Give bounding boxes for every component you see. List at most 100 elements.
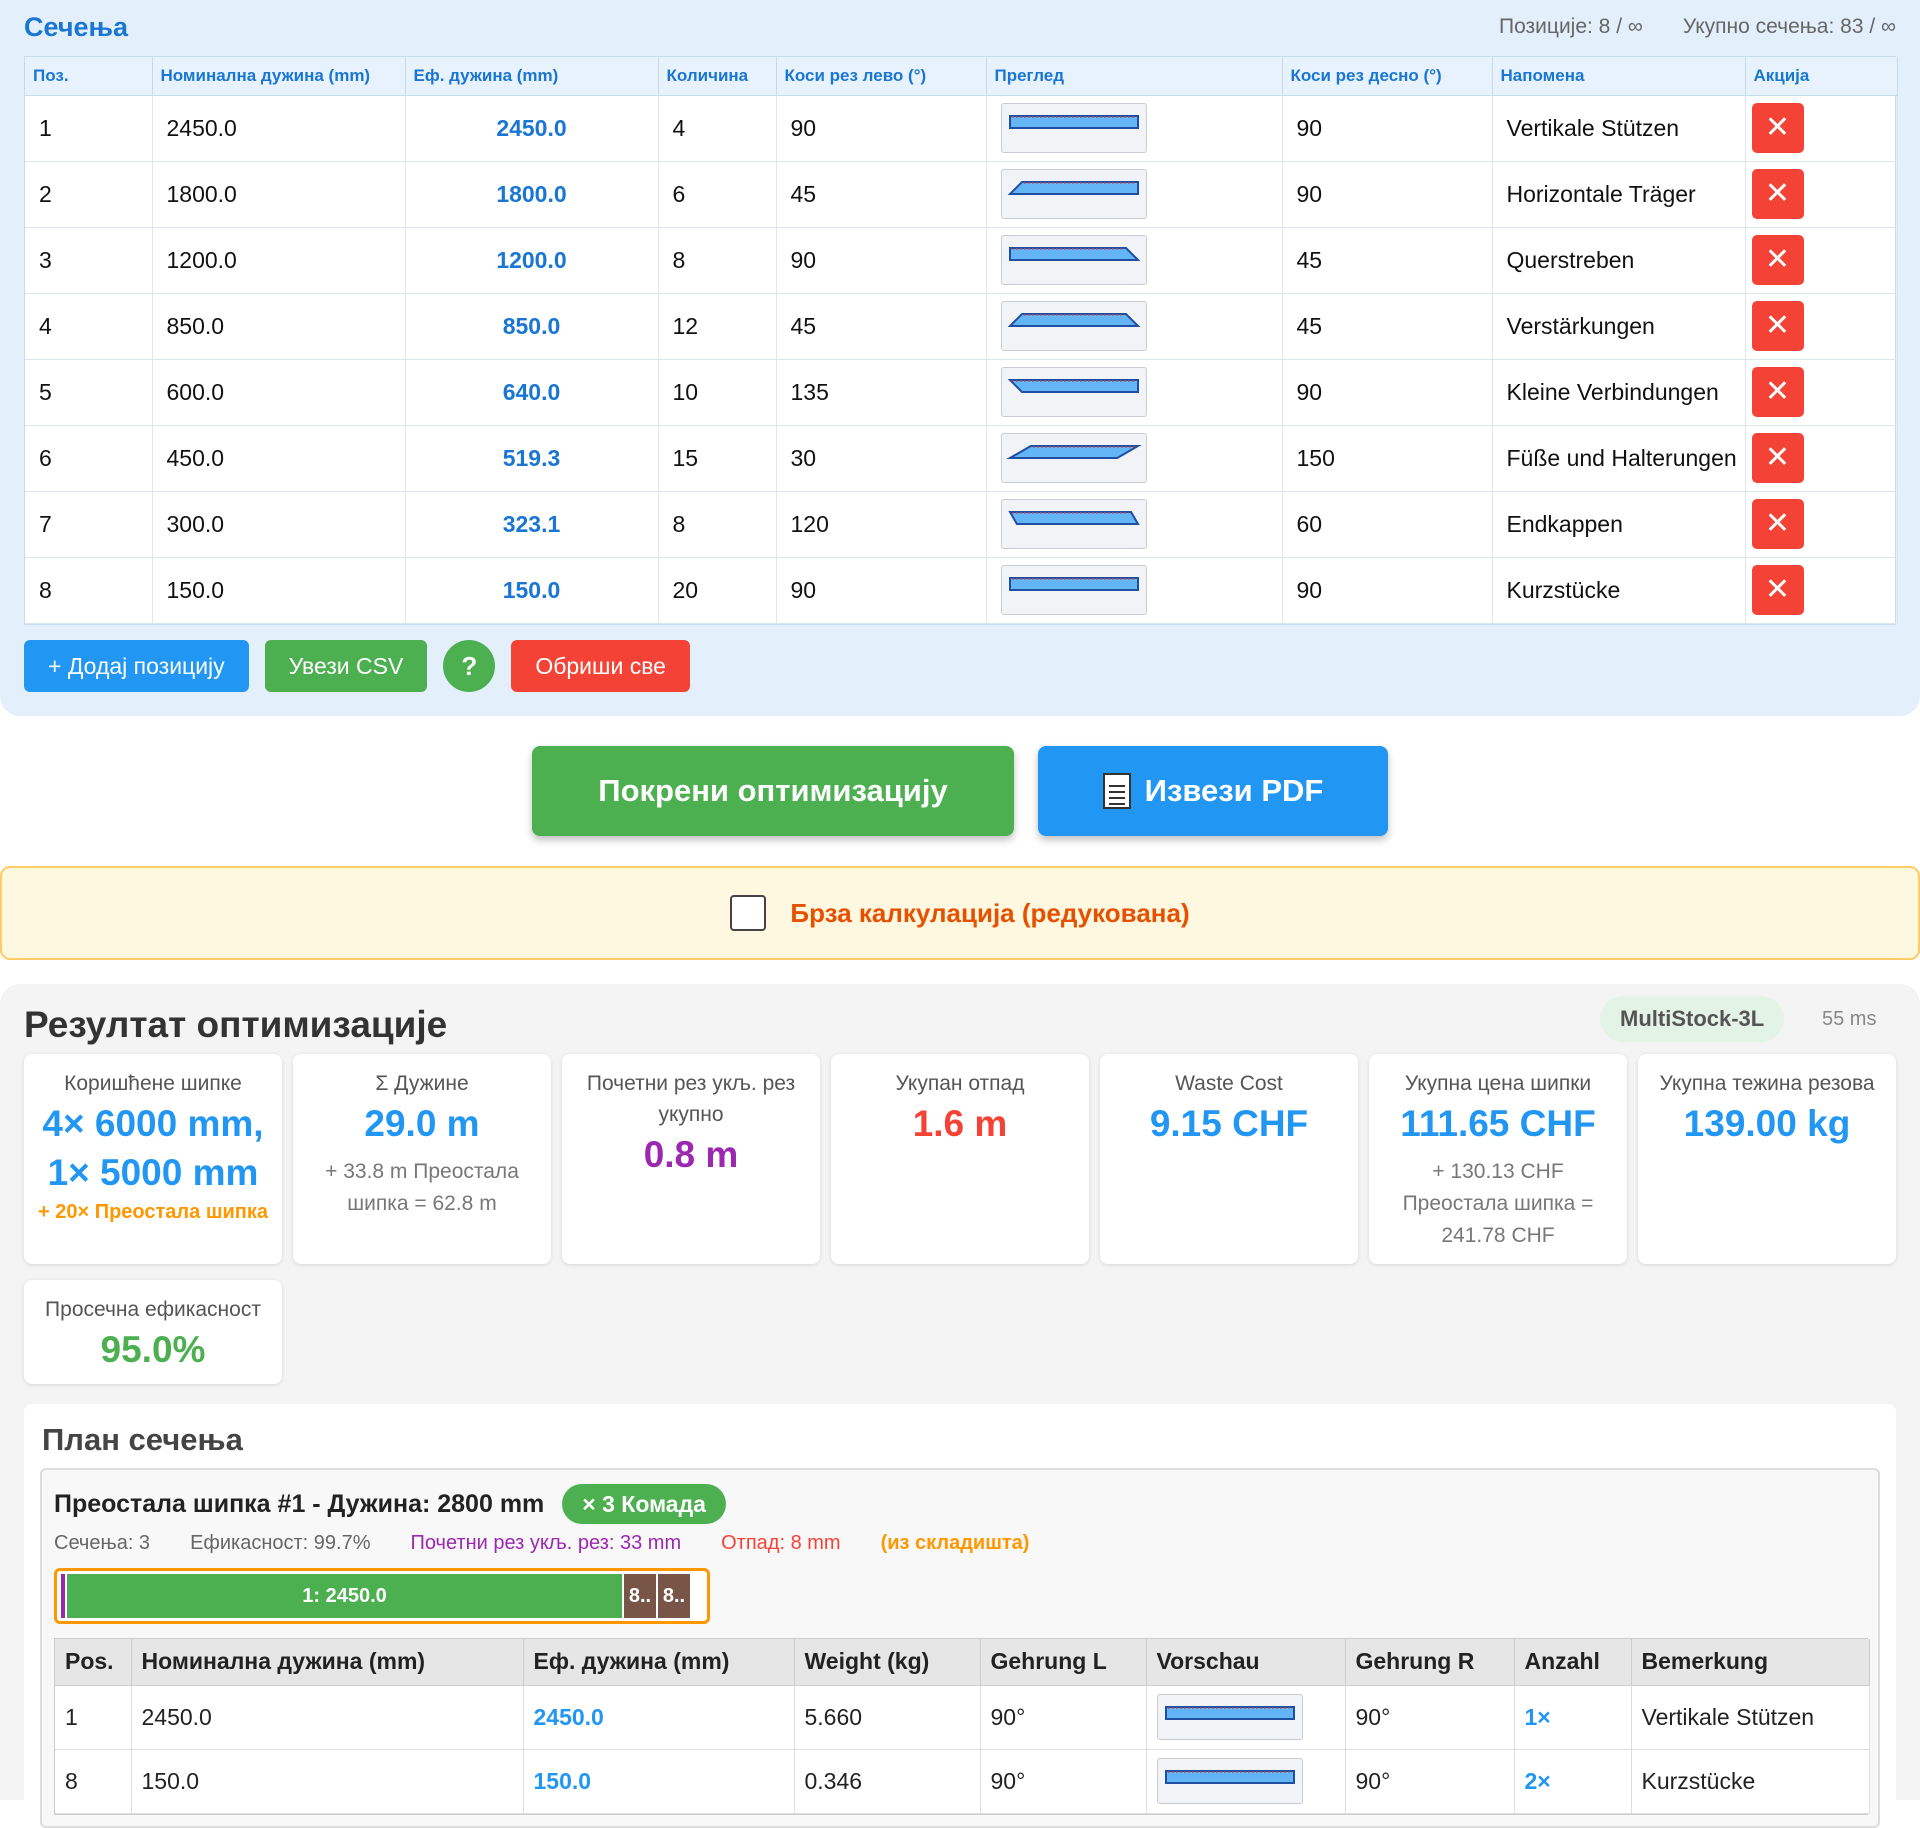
close-icon: ✕ <box>1764 243 1791 276</box>
miter-right-input[interactable]: 90 <box>1282 161 1493 228</box>
detail-weight: 0.346 <box>794 1749 981 1814</box>
action-cell: ✕ <box>1745 491 1898 558</box>
profile-preview <box>1000 499 1147 549</box>
cut-row: 1 2450.0 2450.0 4 90 90 Vertikale Stützen ✕ <box>25 95 1898 162</box>
note-input[interactable]: Kurzstücke <box>1492 557 1746 624</box>
miter-left-input[interactable]: 45 <box>776 161 987 228</box>
export-pdf-button[interactable]: Извези PDF <box>1038 746 1388 836</box>
quick-calculation-label[interactable]: Брза калкулација (редукована) <box>790 898 1189 929</box>
cut-segment: 1: 2450.0 <box>67 1574 622 1618</box>
delete-row-button[interactable]: ✕ <box>1751 235 1804 285</box>
delete-row-button[interactable]: ✕ <box>1751 169 1804 219</box>
cut-segment: 8.. <box>624 1574 656 1618</box>
card-lengths-label: Σ Дужине <box>375 1072 469 1095</box>
quantity-input[interactable]: 8 <box>658 227 777 294</box>
miter-left-input[interactable]: 90 <box>776 227 987 294</box>
profile-preview <box>1000 103 1147 153</box>
col-header-miter-left: Коси рез лево (°) <box>776 57 987 96</box>
export-pdf-label: Извези PDF <box>1144 773 1324 808</box>
nominal-length-input[interactable]: 600.0 <box>152 359 406 426</box>
clear-all-button[interactable]: Обриши све <box>511 640 690 692</box>
detail-col-weight: Weight (kg) <box>794 1639 981 1686</box>
note-input[interactable]: Querstreben <box>1492 227 1746 294</box>
miter-right-input[interactable]: 45 <box>1282 227 1493 294</box>
card-waste-cost-value: 9.15 CHF <box>1149 1103 1309 1144</box>
nominal-length-input[interactable]: 1800.0 <box>152 161 406 228</box>
cut-pos: 3 <box>25 227 153 294</box>
effective-length: 2450.0 <box>405 95 659 162</box>
quantity-input[interactable]: 12 <box>658 293 777 360</box>
detail-miter-left: 90° <box>980 1685 1147 1750</box>
document-icon <box>1102 773 1131 809</box>
miter-right-input[interactable]: 90 <box>1282 359 1493 426</box>
detail-effective: 150.0 <box>523 1749 795 1814</box>
quantity-input[interactable]: 15 <box>658 425 777 492</box>
quantity-input[interactable]: 4 <box>658 95 777 162</box>
miter-right-input[interactable]: 45 <box>1282 293 1493 360</box>
delete-row-button[interactable]: ✕ <box>1751 301 1804 351</box>
cut-pos: 4 <box>25 293 153 360</box>
note-input[interactable]: Füße und Halterungen <box>1492 425 1746 492</box>
miter-right-input[interactable]: 150 <box>1282 425 1493 492</box>
card-lengths: Σ Дужине 29.0 m + 33.8 m Преостала шипка… <box>293 1054 551 1264</box>
card-bars-used-value-1: 4× 6000 mm, <box>42 1103 264 1144</box>
quantity-input[interactable]: 8 <box>658 491 777 558</box>
quantity-input[interactable]: 6 <box>658 161 777 228</box>
total-cuts-count: Укупно сечења: 83 / ∞ <box>1682 15 1896 38</box>
miter-right-input[interactable]: 90 <box>1282 95 1493 162</box>
effective-length: 323.1 <box>405 491 659 558</box>
action-cell: ✕ <box>1745 425 1898 492</box>
miter-left-input[interactable]: 45 <box>776 293 987 360</box>
nominal-length-input[interactable]: 1200.0 <box>152 227 406 294</box>
miter-left-input[interactable]: 120 <box>776 491 987 558</box>
cut-row: 4 850.0 850.0 12 45 45 Verstärkungen ✕ <box>25 293 1898 360</box>
miter-left-input[interactable]: 90 <box>776 557 987 624</box>
delete-row-button[interactable]: ✕ <box>1751 499 1804 549</box>
profile-preview <box>1000 367 1147 417</box>
note-input[interactable]: Horizontale Träger <box>1492 161 1746 228</box>
delete-row-button[interactable]: ✕ <box>1751 103 1804 153</box>
miter-left-input[interactable]: 30 <box>776 425 987 492</box>
col-header-qty: Количина <box>658 57 777 96</box>
quick-calculation-checkbox[interactable] <box>730 895 767 931</box>
nominal-length-input[interactable]: 300.0 <box>152 491 406 558</box>
card-weight-value: 139.00 kg <box>1683 1103 1851 1144</box>
help-button[interactable]: ? <box>443 640 496 692</box>
note-input[interactable]: Vertikale Stützen <box>1492 95 1746 162</box>
delete-row-button[interactable]: ✕ <box>1751 433 1804 483</box>
import-csv-button[interactable]: Увези CSV <box>264 640 428 692</box>
nominal-length-input[interactable]: 850.0 <box>152 293 406 360</box>
delete-row-button[interactable]: ✕ <box>1751 565 1804 615</box>
col-header-action: Акција <box>1745 57 1898 96</box>
miter-right-input[interactable]: 60 <box>1282 491 1493 558</box>
cuts-stats: Позиције: 8 / ∞ Укупно сечења: 83 / ∞ <box>1499 15 1896 39</box>
nominal-length-input[interactable]: 150.0 <box>152 557 406 624</box>
card-bars-used-value-2: 1× 5000 mm <box>47 1152 259 1193</box>
effective-length: 640.0 <box>405 359 659 426</box>
miter-left-input[interactable]: 90 <box>776 95 987 162</box>
delete-row-button[interactable]: ✕ <box>1751 367 1804 417</box>
preview-cell <box>986 359 1283 426</box>
add-position-button[interactable]: + Додај позицију <box>24 640 249 692</box>
card-waste: Укупан отпад 1.6 m <box>831 1054 1089 1264</box>
detail-nominal: 150.0 <box>131 1749 524 1814</box>
cut-pos: 5 <box>25 359 153 426</box>
run-optimization-button[interactable]: Покрени оптимизацију <box>532 746 1014 836</box>
nominal-length-input[interactable]: 450.0 <box>152 425 406 492</box>
miter-left-input[interactable]: 135 <box>776 359 987 426</box>
note-input[interactable]: Kleine Verbindungen <box>1492 359 1746 426</box>
col-header-note: Напомена <box>1492 57 1746 96</box>
card-lengths-value: 29.0 m <box>364 1103 480 1144</box>
miter-right-input[interactable]: 90 <box>1282 557 1493 624</box>
meta-waste: Отпад: 8 mm <box>721 1532 841 1554</box>
card-kerf-label: Почетни рез укљ. рез укупно <box>586 1072 796 1126</box>
card-waste-cost-label: Waste Cost <box>1175 1072 1283 1095</box>
quantity-input[interactable]: 10 <box>658 359 777 426</box>
note-input[interactable]: Verstärkungen <box>1492 293 1746 360</box>
effective-length: 1200.0 <box>405 227 659 294</box>
meta-stock-source: (из складишта) <box>880 1532 1030 1554</box>
nominal-length-input[interactable]: 2450.0 <box>152 95 406 162</box>
detail-count: 1× <box>1514 1685 1632 1750</box>
quantity-input[interactable]: 20 <box>658 557 777 624</box>
note-input[interactable]: Endkappen <box>1492 491 1746 558</box>
